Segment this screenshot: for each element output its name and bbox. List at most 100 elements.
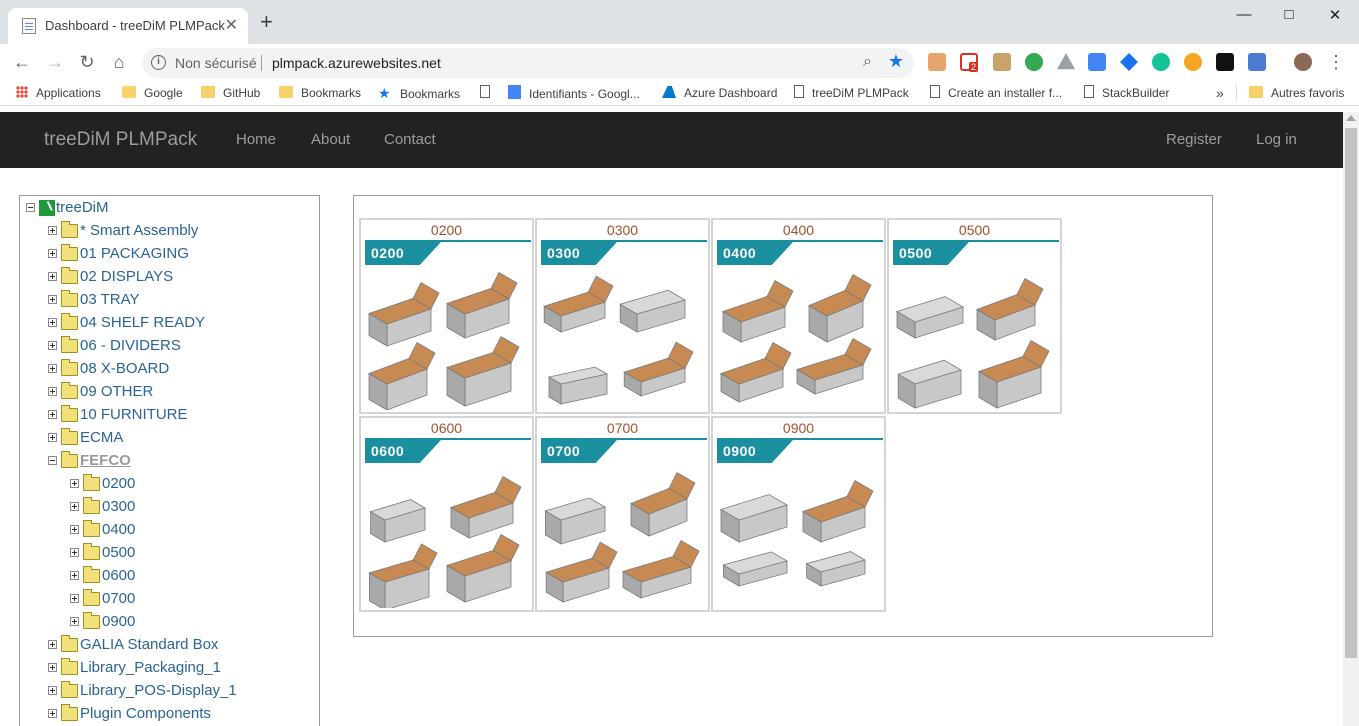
tree-node-label[interactable]: 10 FURNITURE (80, 405, 188, 425)
expand-toggle-icon[interactable] (70, 525, 79, 534)
security-label[interactable]: Non sécurisé (175, 55, 257, 71)
tree-node-label[interactable]: Plugin Components (80, 704, 211, 724)
tree-node-label[interactable]: 03 TRAY (80, 290, 139, 310)
expand-toggle-icon[interactable] (48, 272, 57, 281)
nav-login[interactable]: Log in (1256, 131, 1297, 148)
scrollbar-thumb[interactable] (1345, 128, 1357, 658)
nav-contact[interactable]: Contact (384, 131, 436, 148)
fefco-thumbnail[interactable]: 0300 0300 (535, 218, 710, 414)
bookmark-applications[interactable]: Applications (16, 85, 101, 101)
tree-node-label[interactable]: 0600 (102, 566, 135, 586)
thumbnail-title[interactable]: 0400 (713, 222, 884, 238)
bookmark-bookmarks-star[interactable]: ★ Bookmarks (378, 85, 460, 101)
collapse-toggle-icon[interactable] (26, 203, 35, 212)
expand-toggle-icon[interactable] (48, 663, 57, 672)
expand-toggle-icon[interactable] (48, 295, 57, 304)
bookmark-stackbuilder[interactable]: StackBuilder (1084, 85, 1169, 101)
grammarly-icon[interactable] (1152, 53, 1170, 71)
nav-about[interactable]: About (311, 131, 350, 148)
amazon-icon[interactable] (1216, 53, 1234, 71)
tree-node-label[interactable]: 0200 (102, 474, 135, 494)
tree-node-label[interactable]: 06 - DIVIDERS (80, 336, 181, 356)
expand-toggle-icon[interactable] (48, 364, 57, 373)
info-icon[interactable]: i (151, 55, 166, 70)
expand-toggle-icon[interactable] (48, 433, 57, 442)
bookmark-google[interactable]: Google (122, 85, 183, 101)
expand-toggle-icon[interactable] (48, 686, 57, 695)
bookmark-page[interactable] (480, 85, 498, 101)
fefco-thumbnail[interactable]: 0400 0400 (711, 218, 886, 414)
bookmark-bookmarks-folder[interactable]: Bookmarks (279, 85, 361, 101)
tree-node-label[interactable]: 01 PACKAGING (80, 244, 189, 264)
tree-node-label[interactable]: 08 X-BOARD (80, 359, 169, 379)
browser-tab[interactable]: Dashboard - treeDiM PLMPack ✕ (8, 8, 248, 44)
thumbnail-title[interactable]: 0200 (361, 222, 532, 238)
tree-node-label[interactable]: 0300 (102, 497, 135, 517)
tree-node-label[interactable]: Library_POS-Display_1 (80, 681, 237, 701)
tree-node-label[interactable]: 04 SHELF READY (80, 313, 205, 333)
thumbnail-title[interactable]: 0500 (889, 222, 1060, 238)
address-bar[interactable]: i Non sécurisé plmpack.azurewebsites.net… (142, 48, 914, 78)
bookmark-create-installer[interactable]: Create an installer f... (930, 85, 1062, 101)
thumbnail-title[interactable]: 0900 (713, 420, 884, 436)
fefco-thumbnail[interactable]: 0600 0600 (359, 416, 534, 612)
fefco-thumbnail[interactable]: 0700 0700 (535, 416, 710, 612)
translate-icon[interactable] (1088, 53, 1106, 71)
tree-node-label[interactable]: 02 DISPLAYS (80, 267, 173, 287)
gmail-icon[interactable]: 2 (960, 53, 979, 72)
fefco-thumbnail[interactable]: 0200 0200 (359, 218, 534, 414)
fefco-thumbnail[interactable]: 0900 0900 (711, 416, 886, 612)
collapse-toggle-icon[interactable] (48, 456, 57, 465)
url-text[interactable]: plmpack.azurewebsites.net (272, 55, 441, 71)
expand-toggle-icon[interactable] (70, 594, 79, 603)
thumbnail-title[interactable]: 0600 (361, 420, 532, 436)
expand-toggle-icon[interactable] (70, 617, 79, 626)
expand-toggle-icon[interactable] (48, 387, 57, 396)
nav-home[interactable]: Home (236, 131, 276, 148)
reload-icon[interactable]: ↻ (75, 50, 99, 74)
extension-icon[interactable] (928, 53, 946, 71)
expand-toggle-icon[interactable] (70, 479, 79, 488)
tree-node-label[interactable]: 0700 (102, 589, 135, 609)
close-window-icon[interactable]: ✕ (1312, 6, 1358, 24)
bookmark-azure[interactable]: Azure Dashboard (662, 85, 777, 101)
expand-toggle-icon[interactable] (48, 410, 57, 419)
expand-toggle-icon[interactable] (70, 548, 79, 557)
extension-icon[interactable] (1120, 53, 1138, 71)
tree-node-label[interactable]: 0400 (102, 520, 135, 540)
tree-node-label[interactable]: 09 OTHER (80, 382, 153, 402)
back-icon[interactable]: ← (10, 50, 34, 74)
page-scrollbar[interactable] (1343, 112, 1359, 726)
site-brand[interactable]: treeDiM PLMPack (44, 129, 197, 151)
zoom-icon[interactable]: ⌕ (863, 53, 872, 71)
expand-toggle-icon[interactable] (48, 640, 57, 649)
expand-toggle-icon[interactable] (48, 709, 57, 718)
thumbnail-title[interactable]: 0700 (537, 420, 708, 436)
bookmark-other[interactable]: Autres favoris (1249, 85, 1344, 101)
minimize-icon[interactable]: — (1221, 6, 1267, 23)
bookmark-star-icon[interactable]: ★ (888, 51, 904, 72)
tab-close-icon[interactable]: ✕ (225, 15, 238, 35)
fefco-thumbnail[interactable]: 0500 0500 (887, 218, 1062, 414)
extension-icon[interactable] (993, 53, 1011, 71)
home-icon[interactable]: ⌂ (107, 50, 131, 74)
tree-node-label[interactable]: 0900 (102, 612, 135, 632)
avatar[interactable] (1294, 53, 1312, 71)
bookmark-github[interactable]: GitHub (201, 85, 260, 101)
extension-icon[interactable] (1184, 53, 1202, 71)
maximize-icon[interactable]: □ (1266, 6, 1312, 23)
expand-toggle-icon[interactable] (70, 502, 79, 511)
add-extension-icon[interactable] (1025, 53, 1043, 71)
tree-node-label[interactable]: 0500 (102, 543, 135, 563)
bookmarks-overflow-button[interactable]: » (1216, 85, 1224, 101)
tree-node-label[interactable]: GALIA Standard Box (80, 635, 218, 655)
expand-toggle-icon[interactable] (70, 571, 79, 580)
expand-toggle-icon[interactable] (48, 318, 57, 327)
drive-icon[interactable] (1057, 53, 1075, 70)
expand-toggle-icon[interactable] (48, 249, 57, 258)
scroll-up-icon[interactable] (1346, 115, 1356, 121)
extension-icon[interactable] (1248, 53, 1266, 71)
nav-register[interactable]: Register (1166, 131, 1222, 148)
bookmark-treedim[interactable]: treeDiM PLMPack (794, 85, 909, 101)
tree-node-label[interactable]: FEFCO (80, 451, 131, 471)
